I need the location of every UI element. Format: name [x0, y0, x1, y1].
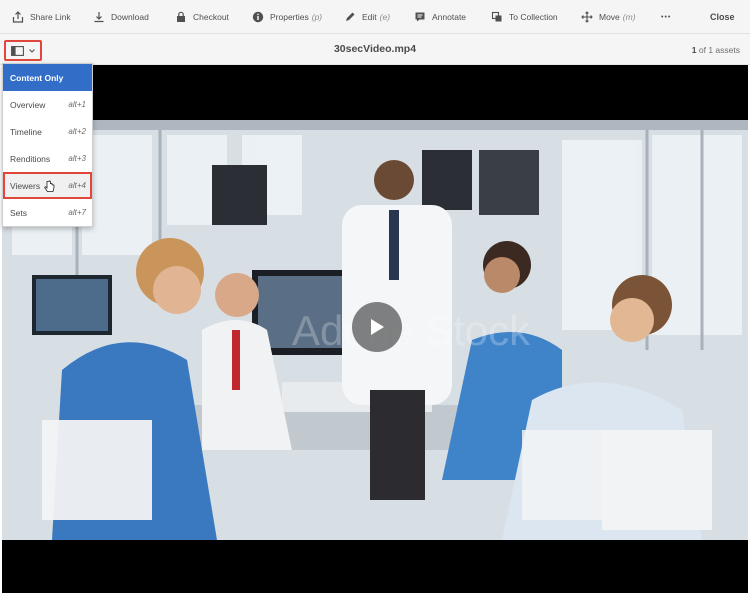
move-button[interactable]: Move (m) [581, 0, 636, 34]
annotate-icon [414, 11, 426, 23]
checkout-button[interactable]: Checkout [175, 0, 229, 34]
rail-item-label: Viewers [10, 180, 41, 191]
rail-item-label: Renditions [10, 153, 51, 164]
asset-count: 1 of 1 assets [692, 45, 740, 55]
rail-item-content-only[interactable]: Content Only [3, 64, 92, 91]
properties-label: Properties [270, 12, 309, 22]
asset-count-current: 1 [691, 45, 697, 55]
play-icon [371, 319, 384, 335]
rail-item-shortcut: alt+7 [68, 208, 86, 217]
properties-button[interactable]: Properties (p) [252, 0, 322, 34]
download-label: Download [111, 12, 149, 22]
close-label: Close [710, 12, 735, 22]
edit-shortcut: (e) [379, 12, 391, 22]
share-icon [12, 11, 24, 23]
rail-item-label: Timeline [10, 126, 42, 137]
close-button[interactable]: Close [710, 0, 735, 34]
move-icon [581, 11, 593, 23]
share-link-label: Share Link [30, 12, 71, 22]
collection-icon [491, 11, 503, 23]
page-title: 30secVideo.mp4 [333, 43, 417, 55]
move-label: Move [599, 12, 620, 22]
edit-button[interactable]: Edit (e) [344, 0, 390, 34]
edit-label: Edit [362, 12, 377, 22]
rail-menu: Content Only Overview alt+1 Timeline alt… [2, 63, 93, 227]
rail-item-shortcut: alt+3 [68, 154, 86, 163]
download-icon [93, 11, 105, 23]
to-collection-button[interactable]: To Collection [491, 0, 558, 34]
asset-viewer: Adobe Stock [2, 65, 748, 593]
rail-item-sets[interactable]: Sets alt+7 [3, 199, 92, 226]
rail-item-label: Overview [10, 99, 46, 110]
more-actions-button[interactable]: ••• [661, 0, 671, 34]
pencil-icon [344, 11, 356, 23]
rail-item-shortcut: alt+1 [68, 100, 86, 109]
rail-item-timeline[interactable]: Timeline alt+2 [3, 118, 92, 145]
annotate-button[interactable]: Annotate [414, 0, 466, 34]
rail-item-renditions[interactable]: Renditions alt+3 [3, 145, 92, 172]
play-button[interactable] [352, 302, 402, 352]
move-shortcut: (m) [622, 12, 636, 22]
rail-item-label: Content Only [10, 72, 64, 83]
properties-shortcut: (p) [311, 12, 323, 22]
rail-item-shortcut: alt+2 [68, 127, 86, 136]
rail-item-label: Sets [10, 207, 28, 218]
info-icon [252, 11, 264, 23]
rail-item-overview[interactable]: Overview alt+1 [3, 91, 92, 118]
checkout-label: Checkout [193, 12, 229, 22]
download-button[interactable]: Download [93, 0, 149, 34]
rail-item-viewers[interactable]: Viewers alt+4 [3, 172, 92, 199]
to-collection-label: To Collection [509, 12, 558, 22]
hand-cursor-icon [44, 180, 55, 192]
watermark: Adobe Stock [292, 307, 531, 354]
rail-item-shortcut: alt+4 [68, 181, 86, 190]
share-link-button[interactable]: Share Link [12, 0, 71, 34]
lock-icon [175, 11, 187, 23]
action-bar: Share Link Download Checkout Properties … [0, 0, 750, 34]
asset-count-rest: of 1 assets [698, 45, 740, 55]
more-icon: ••• [661, 13, 672, 21]
annotate-label: Annotate [432, 12, 467, 22]
